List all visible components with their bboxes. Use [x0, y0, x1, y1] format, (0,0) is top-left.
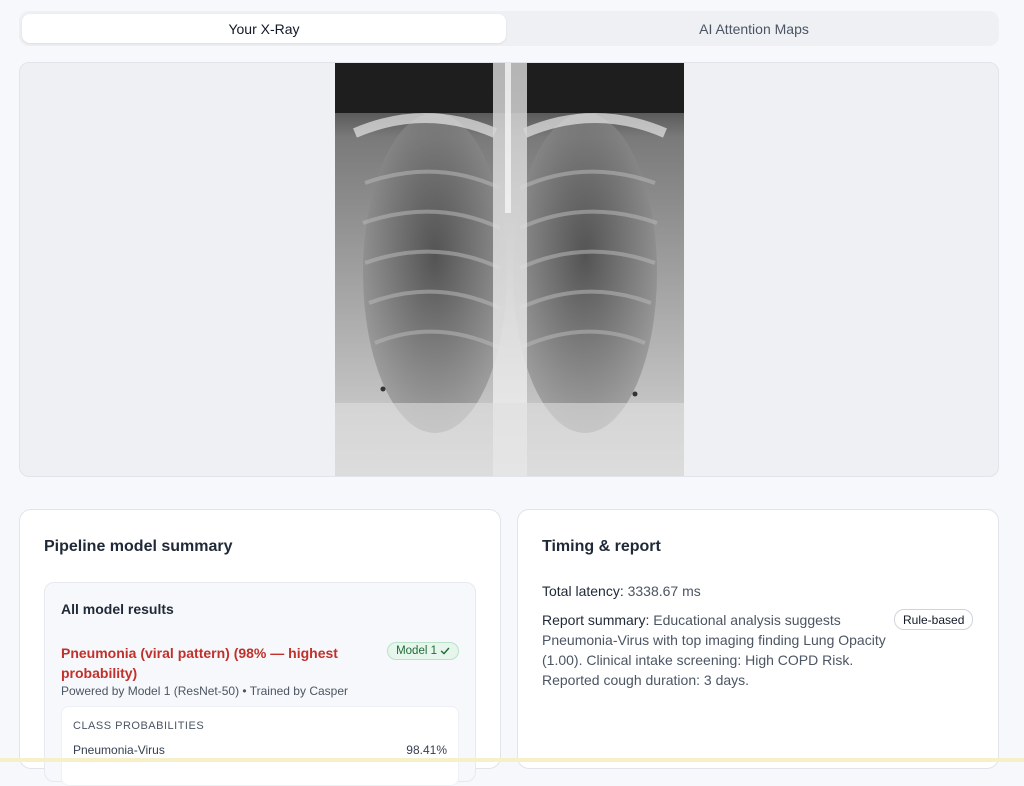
class-probabilities-panel: CLASS PROBABILITIES Pneumonia-Virus 98.4… — [61, 706, 459, 786]
all-model-results-title: All model results — [61, 601, 174, 617]
top-prediction-title: Pneumonia (viral pattern) (98% — highest… — [61, 645, 338, 681]
model-badge-label: Model 1 — [396, 645, 437, 657]
xray-image-panel — [19, 62, 999, 477]
pipeline-summary-card: Pipeline model summary All model results… — [19, 509, 501, 786]
class-probabilities-header: CLASS PROBABILITIES — [73, 720, 205, 732]
latency-value: 3338.67 ms — [627, 583, 701, 599]
total-latency: Total latency: 3338.67 ms — [542, 583, 701, 599]
all-model-results-panel: All model results Pneumonia (viral patte… — [44, 582, 476, 786]
model-badge: Model 1 — [387, 642, 459, 660]
chest-xray-image — [335, 63, 684, 476]
pipeline-summary-title: Pipeline model summary — [44, 538, 233, 555]
probability-label: Pneumonia-Virus — [73, 743, 165, 757]
probability-value: 98.41% — [406, 743, 447, 757]
tab-ai-attention-maps[interactable]: AI Attention Maps — [512, 14, 996, 43]
view-tabs: Your X-Ray AI Attention Maps — [19, 11, 999, 46]
powered-by-text: Powered by Model 1 (ResNet-50) • Trained… — [61, 684, 348, 698]
report-summary-label: Report summary: — [542, 612, 650, 628]
rule-based-badge: Rule-based — [894, 609, 974, 630]
tab-your-xray[interactable]: Your X-Ray — [22, 14, 506, 43]
timing-report-title: Timing & report — [542, 538, 661, 555]
report-summary: Report summary: Educational analysis sug… — [542, 610, 887, 690]
latency-label: Total latency: — [542, 583, 624, 599]
bottom-strip — [0, 758, 1024, 762]
timing-report-card: Timing & report Total latency: 3338.67 m… — [517, 509, 999, 769]
check-icon — [440, 647, 450, 655]
